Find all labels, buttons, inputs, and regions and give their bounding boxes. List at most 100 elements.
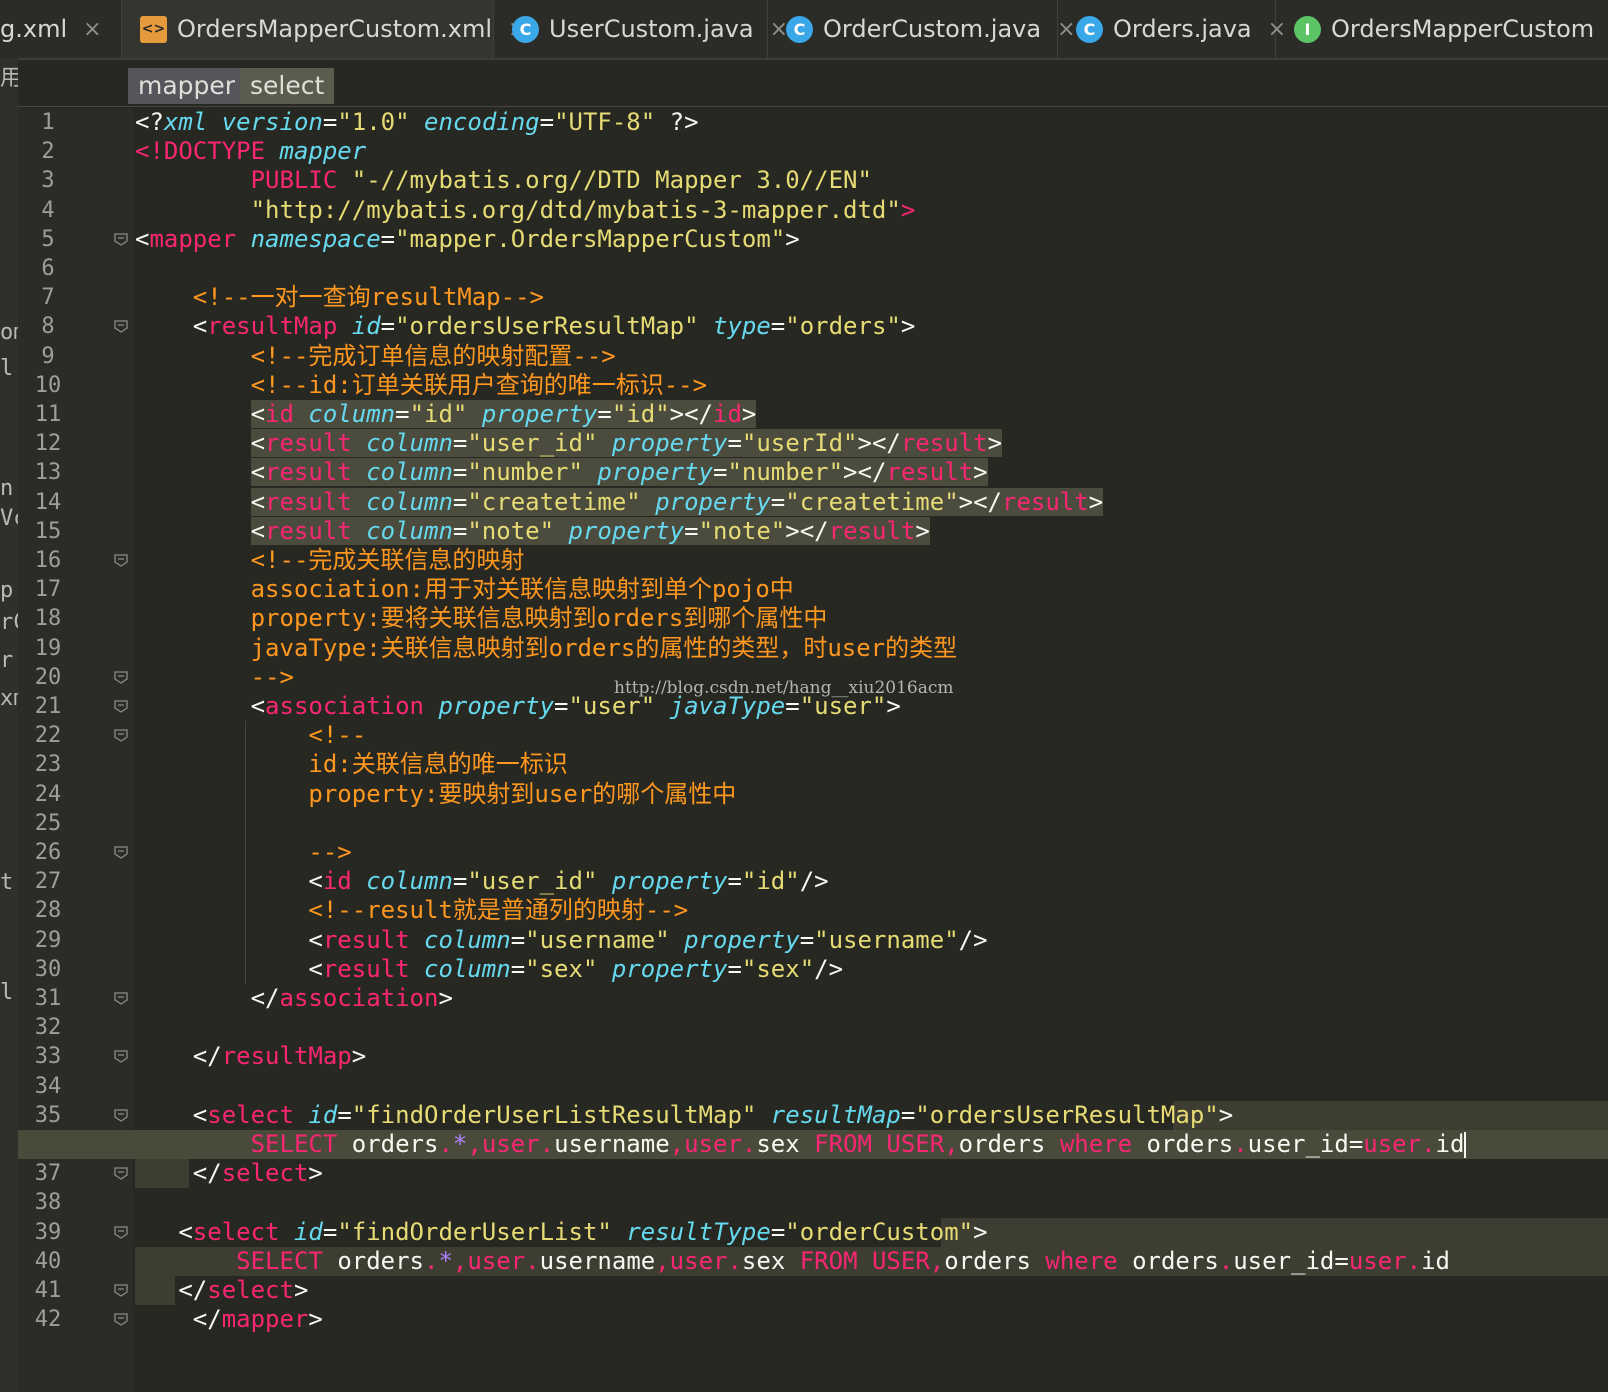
code-line[interactable]	[135, 1188, 1608, 1217]
code-line[interactable]: PUBLIC "-//mybatis.org//DTD Mapper 3.0//…	[135, 166, 1608, 195]
fold-toggle-icon[interactable]	[113, 1311, 129, 1327]
code-line[interactable]: "http://mybatis.org/dtd/mybatis-3-mapper…	[135, 196, 1608, 225]
code-line[interactable]: </resultMap>	[135, 1042, 1608, 1071]
code-token: resultMap	[770, 1100, 901, 1129]
code-token: result	[265, 429, 367, 458]
breadcrumb: mapper select	[18, 60, 1608, 107]
fold-toggle-icon[interactable]	[113, 1048, 129, 1064]
code-line[interactable]: <!--result就是普通列的映射-->	[135, 896, 1608, 925]
fold-toggle-icon[interactable]	[113, 1224, 129, 1240]
code-line[interactable]: <id column="user_id" property="id"/>	[135, 867, 1608, 896]
code-line[interactable]: <?xml version="1.0" encoding="UTF-8" ?>	[135, 108, 1608, 137]
fold-toggle-icon[interactable]	[113, 231, 129, 247]
code-token: </	[135, 1305, 222, 1334]
code-token: =	[554, 692, 569, 720]
code-line[interactable]: <!--id:订单关联用户查询的唯一标识-->	[135, 371, 1608, 400]
tab-g-xml[interactable]: g.xml ×	[0, 0, 122, 58]
code-token: id:关联信息的唯一标识	[308, 750, 568, 779]
code-line[interactable]: <select id="findOrderUserList" resultTyp…	[135, 1218, 1608, 1247]
code-line[interactable]: <result column="sex" property="sex"/>	[135, 955, 1608, 984]
code-line[interactable]: <result column="number" property="number…	[135, 458, 1608, 487]
tab-ordersmappercustom-xml[interactable]: <>OrdersMapperCustom.xml×	[122, 0, 526, 58]
fold-toggle-icon[interactable]	[113, 1165, 129, 1181]
code-line[interactable]	[135, 1013, 1608, 1042]
code-token: orders	[351, 1130, 439, 1158]
close-icon[interactable]: ×	[83, 17, 101, 42]
line-number: 39	[34, 1219, 62, 1245]
code-line[interactable]: </select>	[135, 1276, 1608, 1305]
code-token: "findOrderUserListResultMap"	[351, 1100, 757, 1129]
code-token: =	[452, 516, 468, 545]
tab-ordersmappercustom[interactable]: I OrdersMapperCustom	[1276, 0, 1608, 58]
code-line[interactable]: <!--完成关联信息的映射	[135, 546, 1608, 575]
code-line[interactable]: association:用于对关联信息映射到单个pojo中	[135, 575, 1608, 604]
line-number: 20	[34, 664, 62, 690]
code-token: </	[135, 984, 280, 1012]
code-line[interactable]: SELECT orders.*,user.username,user.sex F…	[135, 1130, 1608, 1159]
code-token: ,	[944, 1130, 959, 1158]
code-line[interactable]: <result column="note" property="note"></…	[135, 516, 1608, 546]
tab-label: Orders.java	[1113, 15, 1252, 43]
code-token	[467, 400, 482, 428]
code-line[interactable]: <result column="createtime" property="cr…	[135, 487, 1608, 517]
code-line[interactable]: -->	[135, 838, 1608, 867]
fold-toggle-icon[interactable]	[113, 990, 129, 1006]
code-token: column	[424, 925, 511, 954]
code-line[interactable]	[135, 809, 1608, 838]
project-panel-edge[interactable]: 用 om l n Vc p rC r xm t l	[0, 58, 18, 1392]
code-line[interactable]: </mapper>	[135, 1305, 1608, 1334]
code-line[interactable]: <resultMap id="ordersUserResultMap" type…	[135, 312, 1608, 341]
code-line[interactable]: <!--完成订单信息的映射配置-->	[135, 342, 1608, 371]
code-token	[554, 516, 569, 545]
code-token: "user_id"	[467, 429, 598, 458]
fold-toggle-icon[interactable]	[113, 727, 129, 743]
fold-toggle-icon[interactable]	[113, 669, 129, 685]
code-line[interactable]: <result column="user_id" property="userI…	[135, 429, 1608, 458]
code-token: sex	[756, 1130, 815, 1158]
fold-toggle-icon[interactable]	[113, 552, 129, 568]
fold-toggle-icon[interactable]	[113, 844, 129, 860]
breadcrumb-item-select[interactable]: select	[240, 68, 335, 104]
code-token: property	[611, 429, 728, 458]
line-number: 25	[34, 810, 62, 836]
tab-ordercustom-java[interactable]: C OrderCustom.java ×	[768, 0, 1076, 58]
code-token: <	[250, 516, 266, 545]
tab-orders-java[interactable]: C Orders.java ×	[1058, 0, 1286, 58]
code-line[interactable]	[135, 1072, 1608, 1101]
code-line[interactable]: SELECT orders.*,user.username,user.sex F…	[135, 1247, 1608, 1276]
tab-usercustom-java[interactable]: C UserCustom.java ×	[494, 0, 788, 58]
fold-toggle-icon[interactable]	[113, 318, 129, 334]
code-line[interactable]: <result column="username" property="user…	[135, 926, 1608, 955]
code-line[interactable]: </association>	[135, 984, 1608, 1013]
fold-toggle-icon[interactable]	[113, 698, 129, 714]
code-line[interactable]: <mapper namespace="mapper.OrdersMapperCu…	[135, 225, 1608, 254]
code-token: sex	[741, 1246, 800, 1275]
code-line[interactable]: <!DOCTYPE mapper	[135, 137, 1608, 166]
breadcrumb-item-mapper[interactable]: mapper	[128, 68, 246, 104]
code-token: <	[135, 867, 323, 896]
line-number: 7	[41, 285, 55, 311]
code-line[interactable]: javaType:关联信息映射到orders的属性的类型，时user的类型	[135, 634, 1608, 663]
code-token: >	[438, 984, 453, 1012]
code-line[interactable]: id:关联信息的唯一标识	[135, 750, 1608, 779]
line-number: 38	[34, 1190, 62, 1216]
code-line[interactable]: </select>	[135, 1159, 1608, 1188]
fold-toggle-icon[interactable]	[113, 1282, 129, 1298]
code-token: =	[900, 1100, 916, 1129]
code-line[interactable]: property:要将关联信息映射到orders到哪个属性中	[135, 604, 1608, 633]
code-line[interactable]: property:要映射到user的哪个属性中	[135, 780, 1608, 809]
line-number: 37	[34, 1161, 62, 1187]
clipped-project-label: l	[0, 356, 14, 381]
code-token: type	[713, 312, 771, 341]
code-token: =	[510, 925, 526, 954]
code-line[interactable]: <!--	[135, 721, 1608, 750]
code-token: >	[973, 458, 988, 487]
code-line[interactable]	[135, 254, 1608, 283]
code-line[interactable]: <select id="findOrderUserListResultMap" …	[135, 1101, 1608, 1130]
code-line[interactable]: <!--一对一查询resultMap-->	[135, 283, 1608, 312]
code-token: select	[207, 1276, 294, 1304]
code-token: .	[525, 1246, 540, 1275]
code-line[interactable]: <id column="id" property="id"></id>	[135, 400, 1608, 429]
fold-toggle-icon[interactable]	[113, 1107, 129, 1123]
